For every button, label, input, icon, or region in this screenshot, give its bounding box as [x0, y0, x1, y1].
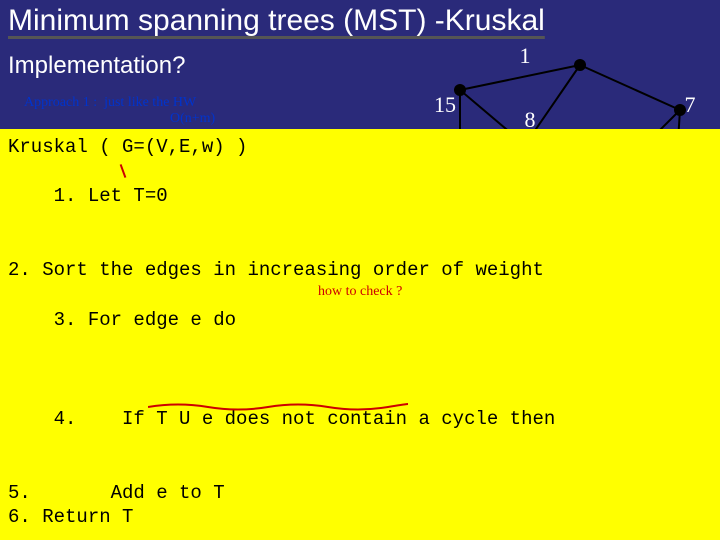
- code-line: 5. Add e to T: [8, 481, 712, 506]
- pseudocode-box: Kruskal ( G=(V,E,w) ) 1. Let T=0 2. Sort…: [0, 129, 720, 540]
- code-line: 6. Return T: [8, 505, 712, 530]
- hand-approach1-cost: O(n+m): [170, 110, 215, 128]
- edge-weight: 7: [685, 92, 696, 118]
- graph-node: [574, 59, 586, 71]
- code-text: 1. Let T=0: [54, 185, 168, 207]
- code-line: 1. Let T=0: [8, 160, 712, 259]
- code-line: Kruskal ( G=(V,E,w) ): [8, 135, 712, 160]
- empty-set-slash: [120, 164, 127, 178]
- underline-squiggle: [148, 402, 408, 412]
- code-text: 3. For edge e do: [54, 309, 236, 331]
- code-line: 3. For edge e do how to check ?: [8, 283, 712, 382]
- code-line: 2. Sort the edges in increasing order of…: [8, 258, 712, 283]
- edge-weight: 15: [434, 92, 456, 118]
- hand-how-to-check: how to check ?: [318, 283, 402, 301]
- code-line: 4. If T U e does not contain a cycle the…: [8, 382, 712, 481]
- edge-weight: 1: [520, 43, 531, 69]
- slide-title: Minimum spanning trees (MST) -Kruskal: [0, 0, 720, 38]
